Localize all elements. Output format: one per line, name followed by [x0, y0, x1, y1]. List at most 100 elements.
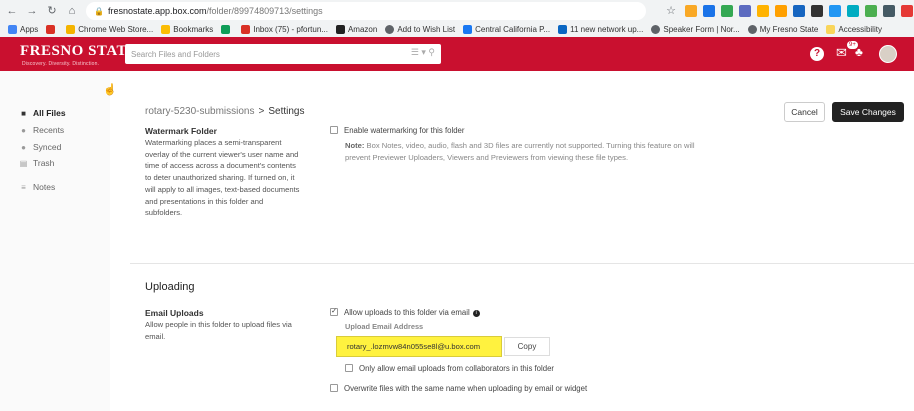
extension-icon[interactable]: [757, 5, 769, 17]
bookmark-item[interactable]: Inbox (75) - pfortun...: [241, 25, 328, 34]
logo[interactable]: FRESNO STATE: [20, 43, 138, 60]
upload-email-address-field[interactable]: rotary_.lozmvw84n055se8l@u.box.com: [336, 336, 502, 357]
apps-icon: [8, 25, 17, 34]
cursor-icon: ☝: [103, 84, 117, 96]
extension-icon[interactable]: [793, 5, 805, 17]
extension-icon[interactable]: [811, 5, 823, 17]
sidebar-item-notes[interactable]: ≡ Notes: [19, 182, 55, 192]
bookmark-item[interactable]: My Fresno State: [747, 25, 818, 34]
globe-icon: [747, 25, 757, 34]
bookmark-item[interactable]: Amazon: [335, 25, 377, 34]
allow-email-uploads-label[interactable]: Allow uploads to this folder via email i: [344, 308, 480, 317]
url-path: /folder/89974809713/settings: [206, 6, 323, 16]
gmail-icon: [46, 25, 56, 34]
overwrite-files-checkbox[interactable]: [330, 384, 338, 392]
breadcrumb-folder[interactable]: rotary-5230-submissions: [145, 106, 255, 117]
extension-icon[interactable]: [883, 5, 895, 17]
plus-icon: [221, 25, 231, 34]
sidebar-item-trash[interactable]: ▤ Trash: [19, 158, 55, 168]
extension-icon[interactable]: [829, 5, 841, 17]
watermark-note: Note: Box Notes, video, audio, flash and…: [345, 140, 695, 163]
trash-icon: ▤: [19, 158, 28, 168]
sidebar-item-all-files[interactable]: ■ All Files: [19, 108, 66, 118]
watermark-checkbox-label[interactable]: Enable watermarking for this folder: [344, 126, 464, 135]
note-prefix: Note:: [345, 141, 365, 150]
check-circle-icon: ●: [21, 142, 26, 152]
extension-icon[interactable]: [901, 5, 913, 17]
sidebar-item-synced[interactable]: ● Synced: [19, 142, 61, 152]
avatar[interactable]: [879, 45, 897, 63]
address-bar[interactable]: 🔒 fresnostate.app.box.com/folder/8997480…: [86, 2, 646, 20]
globe-icon: [651, 25, 661, 34]
facebook-icon: [463, 25, 473, 34]
bookmark-item[interactable]: Bookmarks: [161, 25, 213, 34]
browser-nav-row: ← → ↻ ⌂ 🔒 fresnostate.app.box.com/folder…: [0, 0, 914, 22]
reload-icon[interactable]: ↻: [44, 3, 60, 19]
browser-toolbar: ← → ↻ ⌂ 🔒 fresnostate.app.box.com/folder…: [0, 0, 914, 37]
tasks-icon[interactable]: ✉: [836, 45, 847, 61]
extension-icon[interactable]: [685, 5, 697, 17]
cancel-button[interactable]: Cancel: [784, 102, 825, 122]
bookmark-item[interactable]: Accessibility: [826, 25, 882, 34]
upload-address-label: Upload Email Address: [345, 322, 424, 331]
home-icon[interactable]: ⌂: [64, 3, 80, 19]
star-icon: [161, 25, 171, 34]
folder-icon: ■: [21, 108, 26, 118]
extension-icon[interactable]: [865, 5, 877, 17]
globe-icon: [385, 25, 395, 34]
web-store-icon: [66, 25, 76, 34]
amazon-icon: [335, 25, 345, 34]
collaborators-only-checkbox[interactable]: [345, 364, 353, 372]
page-title: Settings: [268, 106, 305, 117]
linkedin-icon: [558, 25, 568, 34]
bookmark-item[interactable]: [46, 25, 58, 34]
bookmarks-bar: Apps Chrome Web Store... Bookmarks Inbox…: [0, 22, 914, 37]
section-divider: [130, 263, 914, 264]
overwrite-files-label[interactable]: Overwrite files with the same name when …: [344, 384, 587, 393]
collaborators-only-label[interactable]: Only allow email uploads from collaborat…: [359, 364, 554, 373]
bookmark-item[interactable]: Add to Wish List: [385, 25, 455, 34]
help-icon[interactable]: ?: [810, 47, 824, 61]
lock-icon: 🔒: [94, 6, 104, 16]
search-icon[interactable]: ☰ ▾ ⚲: [411, 47, 435, 58]
allow-email-uploads-checkbox[interactable]: ✓: [330, 308, 338, 316]
bell-icon[interactable]: ♣: [855, 45, 863, 59]
extension-icon[interactable]: [739, 5, 751, 17]
bookmark-item[interactable]: Central California P...: [463, 25, 550, 34]
sidebar: [0, 71, 110, 411]
bookmark-item[interactable]: Apps: [8, 25, 38, 34]
extension-icon[interactable]: [847, 5, 859, 17]
info-icon[interactable]: i: [472, 310, 480, 317]
search-box[interactable]: ☰ ▾ ⚲: [125, 44, 441, 64]
forward-icon[interactable]: →: [24, 3, 40, 19]
copy-button[interactable]: Copy: [504, 337, 550, 356]
save-button[interactable]: Save Changes: [832, 102, 904, 122]
watermark-checkbox[interactable]: [330, 126, 338, 134]
bookmark-item[interactable]: Speaker Form | Nor...: [651, 25, 740, 34]
extension-icon[interactable]: [721, 5, 733, 17]
breadcrumb-separator: >: [258, 106, 265, 117]
folder-icon: [826, 25, 836, 34]
url-host: fresnostate.app.box.com: [107, 6, 207, 16]
back-icon[interactable]: ←: [4, 3, 20, 19]
extension-icon[interactable]: [703, 5, 715, 17]
app-header: FRESNO STATE Discovery. Diversity. Disti…: [0, 37, 914, 71]
clock-icon: ●: [21, 125, 26, 135]
search-input[interactable]: [131, 49, 401, 59]
notes-icon: ≡: [21, 182, 26, 192]
bookmark-item[interactable]: Chrome Web Store...: [66, 25, 153, 34]
star-icon[interactable]: ☆: [663, 3, 679, 19]
breadcrumb: rotary-5230-submissions > Settings: [145, 106, 304, 117]
uploading-section-title: Uploading: [145, 281, 195, 293]
logo-tagline: Discovery. Diversity. Distinction.: [22, 61, 100, 67]
gmail-icon: [241, 25, 251, 34]
sidebar-item-recents[interactable]: ● Recents: [19, 125, 64, 135]
bookmark-item[interactable]: [221, 25, 233, 34]
extension-icon[interactable]: [775, 5, 787, 17]
note-text: Box Notes, video, audio, flash and 3D fi…: [345, 141, 695, 162]
extensions-row: ☆: [663, 3, 914, 19]
watermark-title: Watermark Folder: [145, 126, 217, 136]
email-uploads-title: Email Uploads: [145, 308, 204, 318]
email-uploads-description: Allow people in this folder to upload fi…: [145, 320, 292, 341]
bookmark-item[interactable]: 11 new network up...: [558, 25, 643, 34]
